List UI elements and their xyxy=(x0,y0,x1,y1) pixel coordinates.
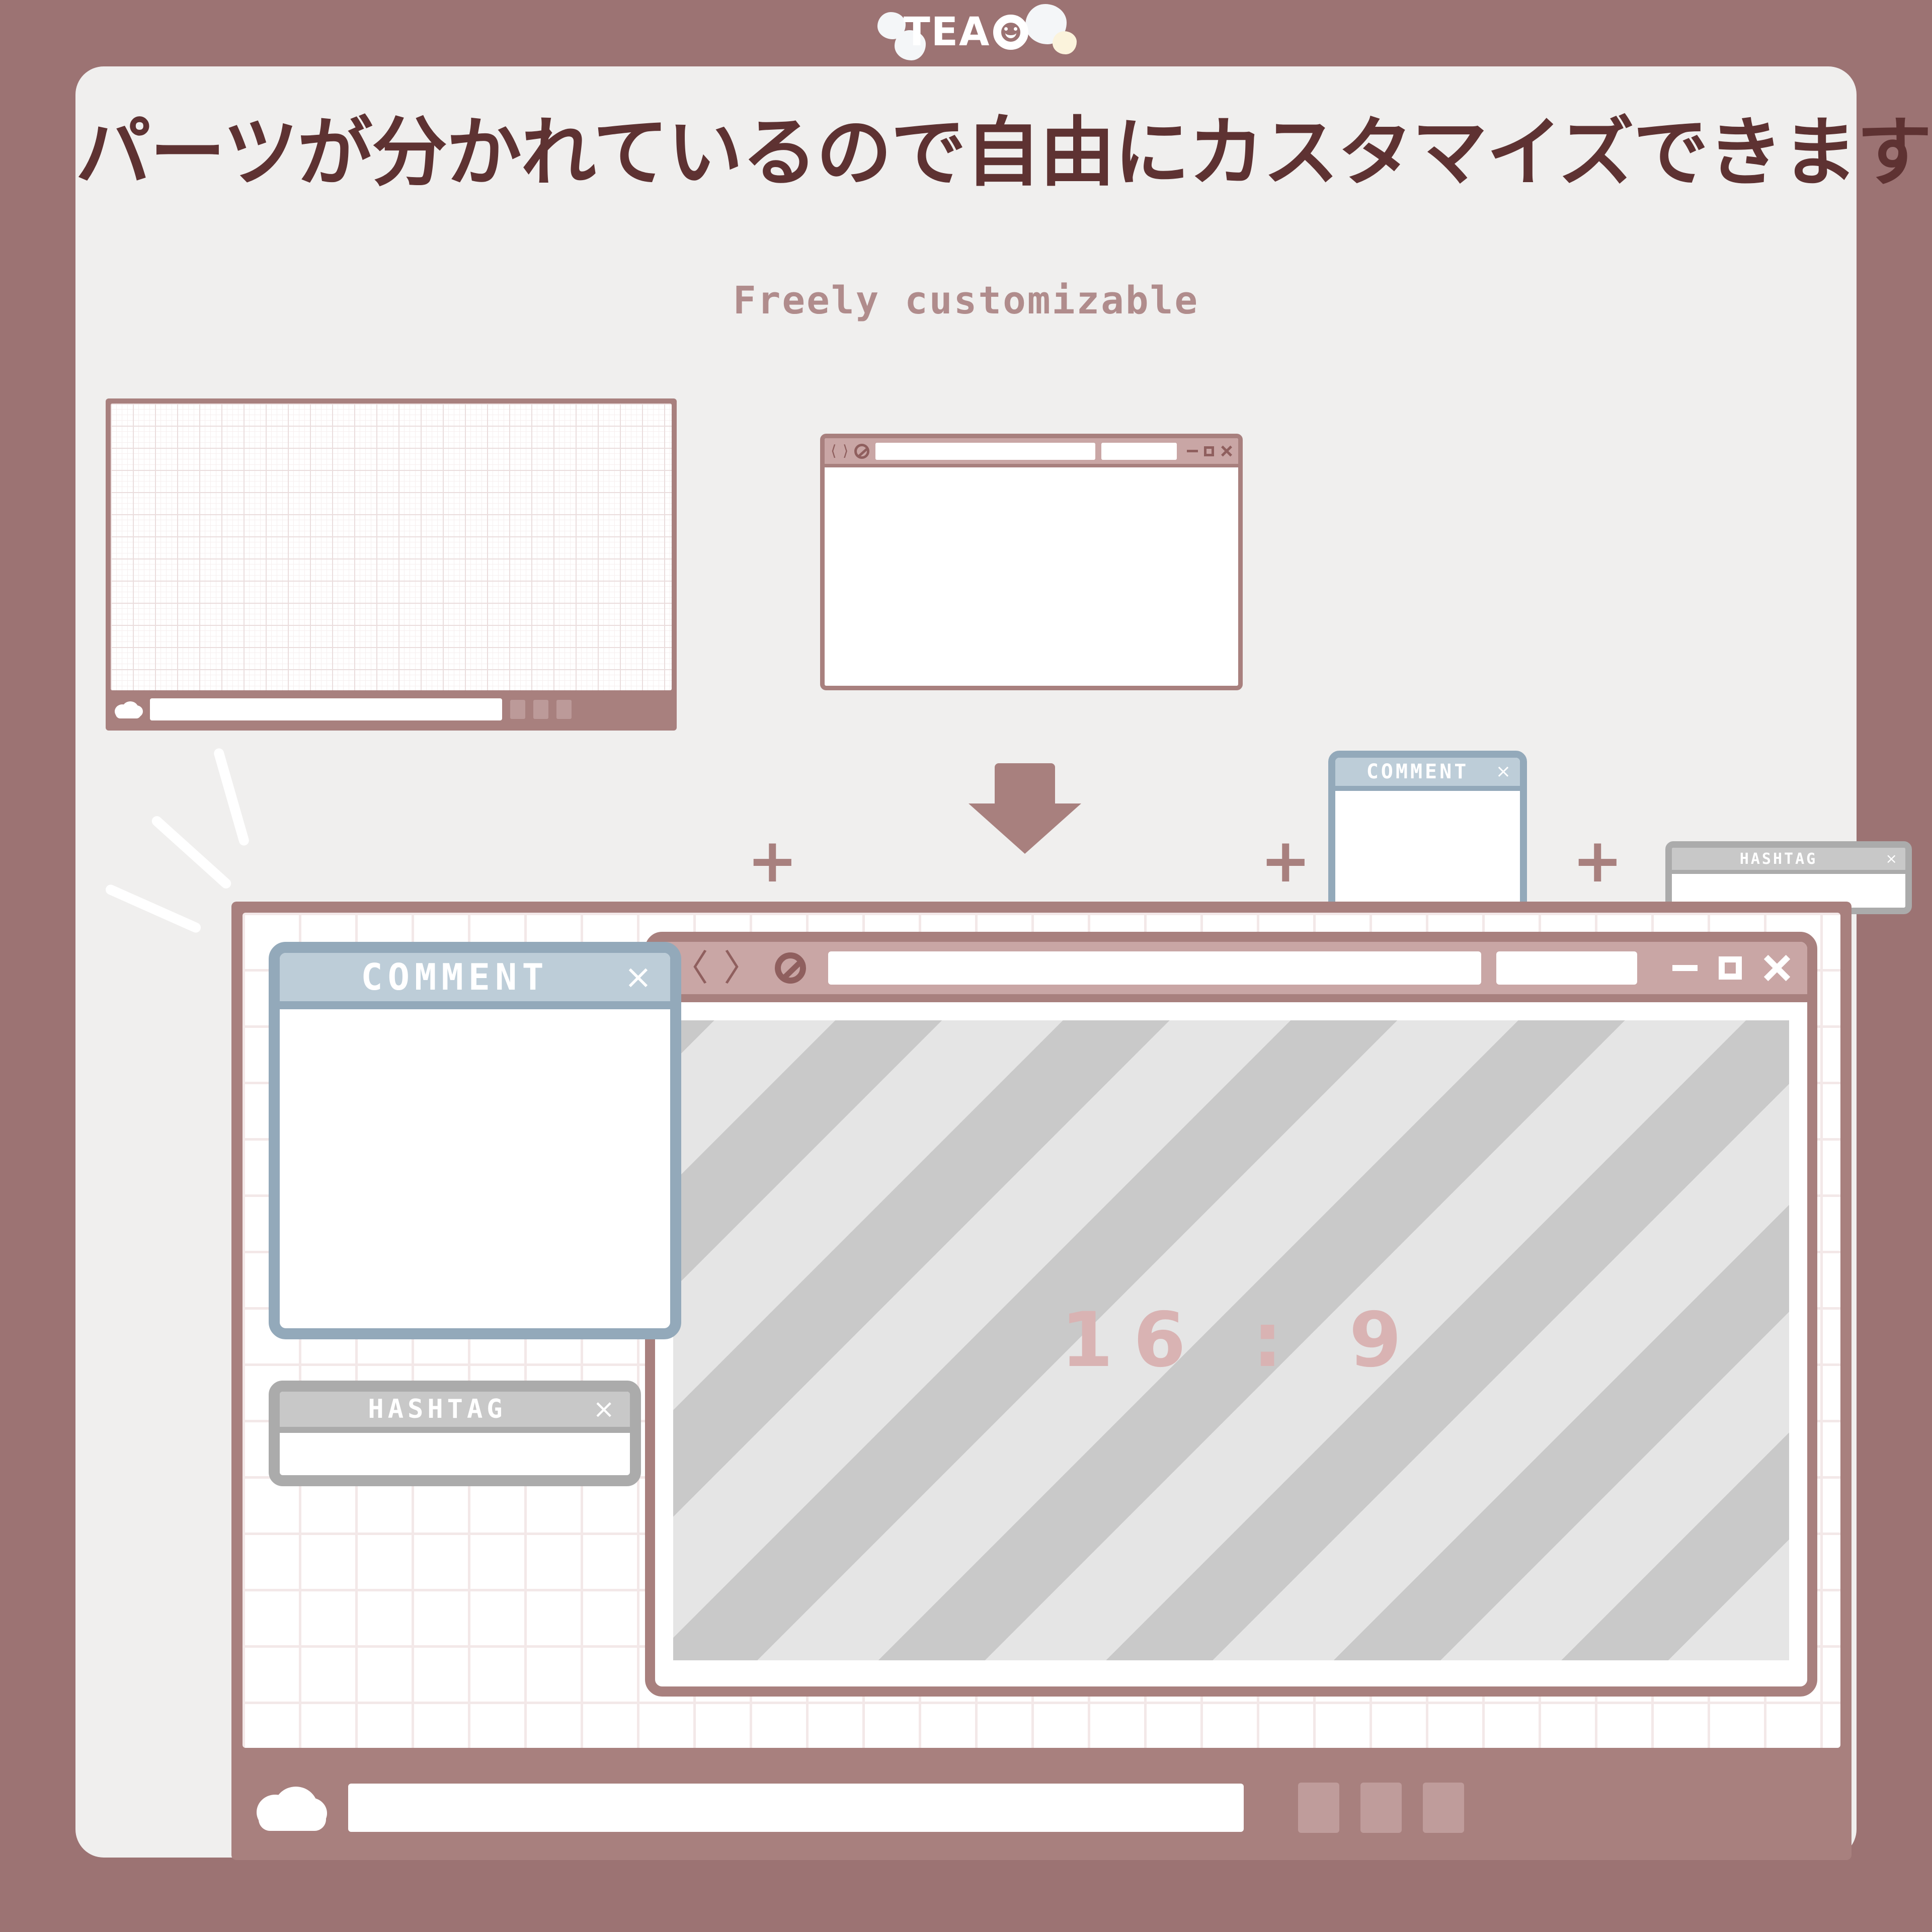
result-browser-body: 16 : 9 xyxy=(655,1002,1807,1678)
url-input[interactable] xyxy=(875,442,1095,460)
toolbar-square-button[interactable] xyxy=(1423,1783,1464,1833)
toolbar-square-button[interactable] xyxy=(556,700,572,719)
window-controls xyxy=(1652,954,1790,982)
hashtag-panel-header: HASHTAG × xyxy=(1672,848,1905,874)
cloud-icon xyxy=(115,700,143,718)
toolbar-square-button[interactable] xyxy=(1360,1783,1402,1833)
hashtag-panel-title: HASHTAG xyxy=(1739,850,1818,868)
result-browser-toolbar: 〈 〉 xyxy=(655,942,1807,1002)
minimize-icon[interactable] xyxy=(1187,450,1198,452)
result-grid-canvas: COMMENT × HASHTAG × 〈 〉 16: 9 xyxy=(243,913,1840,1748)
arrow-head xyxy=(969,803,1081,854)
plus-separator: + xyxy=(1572,826,1623,896)
grid-canvas xyxy=(111,404,672,690)
page-subtitle: Freely customizable xyxy=(733,278,1199,323)
close-icon[interactable]: × xyxy=(593,1396,615,1422)
search-input[interactable] xyxy=(1101,442,1177,460)
url-input[interactable] xyxy=(150,698,502,720)
smiley-face-icon xyxy=(993,15,1029,50)
comment-panel-title: COMMENT xyxy=(1366,760,1469,783)
grid-bottom-bar xyxy=(111,692,672,727)
decorative-blob-icon xyxy=(1053,31,1077,54)
grid-background-panel[interactable] xyxy=(106,398,677,731)
close-icon[interactable] xyxy=(1763,954,1790,982)
close-icon[interactable]: × xyxy=(624,960,652,994)
result-comment-header: COMMENT × xyxy=(280,953,670,1009)
result-comment-title: COMMENT xyxy=(361,956,549,998)
sparkle-line-icon xyxy=(149,814,233,891)
close-icon[interactable] xyxy=(1220,445,1232,457)
chevron-right-icon[interactable]: 〉 xyxy=(723,950,760,986)
plus-separator: + xyxy=(1260,826,1311,896)
result-comment-panel[interactable]: COMMENT × xyxy=(269,942,681,1339)
comment-panel-header: COMMENT × xyxy=(1335,758,1520,791)
aspect-ratio-label: 16 : 9 xyxy=(1061,1297,1422,1384)
toolbar-square-button[interactable] xyxy=(533,700,548,719)
toolbar-square-button[interactable] xyxy=(1298,1783,1339,1833)
parts-row: + ⟨ ⟩ + COMMENT × + HASHTAG × xyxy=(75,378,1912,995)
result-hashtag-panel[interactable]: HASHTAG × xyxy=(269,1381,641,1486)
image-placeholder: 16 : 9 xyxy=(673,1020,1789,1660)
brand-name: TEA xyxy=(903,10,991,55)
chevron-left-icon[interactable]: ⟨ xyxy=(831,443,837,459)
url-input[interactable] xyxy=(828,951,1481,985)
result-browser-window[interactable]: 〈 〉 16 : 9 xyxy=(645,932,1817,1697)
close-icon[interactable]: × xyxy=(1496,763,1511,781)
browser-toolbar: ⟨ ⟩ xyxy=(825,438,1238,467)
page-title: パーツが分かれているので自由にカスタマイズできます xyxy=(75,109,1932,197)
result-bottom-bar xyxy=(243,1764,1840,1851)
composed-result-frame: COMMENT × HASHTAG × 〈 〉 16: 9 xyxy=(231,902,1852,1860)
result-hashtag-header: HASHTAG × xyxy=(280,1392,630,1433)
cloud-icon xyxy=(257,1785,327,1831)
arrow-shaft xyxy=(995,763,1055,809)
brand-header: TEA xyxy=(0,0,1932,64)
plus-separator: + xyxy=(747,826,798,896)
maximize-icon[interactable] xyxy=(1204,446,1214,456)
brand-logo: TEA xyxy=(825,0,1107,64)
minimize-icon[interactable] xyxy=(1672,965,1698,971)
browser-window-part[interactable]: ⟨ ⟩ xyxy=(820,434,1243,690)
chevron-right-icon[interactable]: ⟩ xyxy=(843,443,849,459)
result-hashtag-title: HASHTAG xyxy=(368,1394,507,1424)
close-icon[interactable]: × xyxy=(1886,852,1897,866)
maximize-icon[interactable] xyxy=(1719,956,1742,980)
toolbar-square-button[interactable] xyxy=(510,700,525,719)
sparkle-line-icon xyxy=(212,747,251,847)
smiley-mouth xyxy=(1005,33,1017,38)
refresh-circle-icon[interactable] xyxy=(775,952,807,984)
search-input[interactable] xyxy=(1496,951,1637,985)
window-controls xyxy=(1183,445,1232,457)
sparkle-line-icon xyxy=(104,883,203,934)
url-input[interactable] xyxy=(348,1784,1244,1832)
refresh-circle-icon[interactable] xyxy=(854,443,870,459)
main-card: パーツが分かれているので自由にカスタマイズできます Freely customi… xyxy=(75,66,1932,1860)
